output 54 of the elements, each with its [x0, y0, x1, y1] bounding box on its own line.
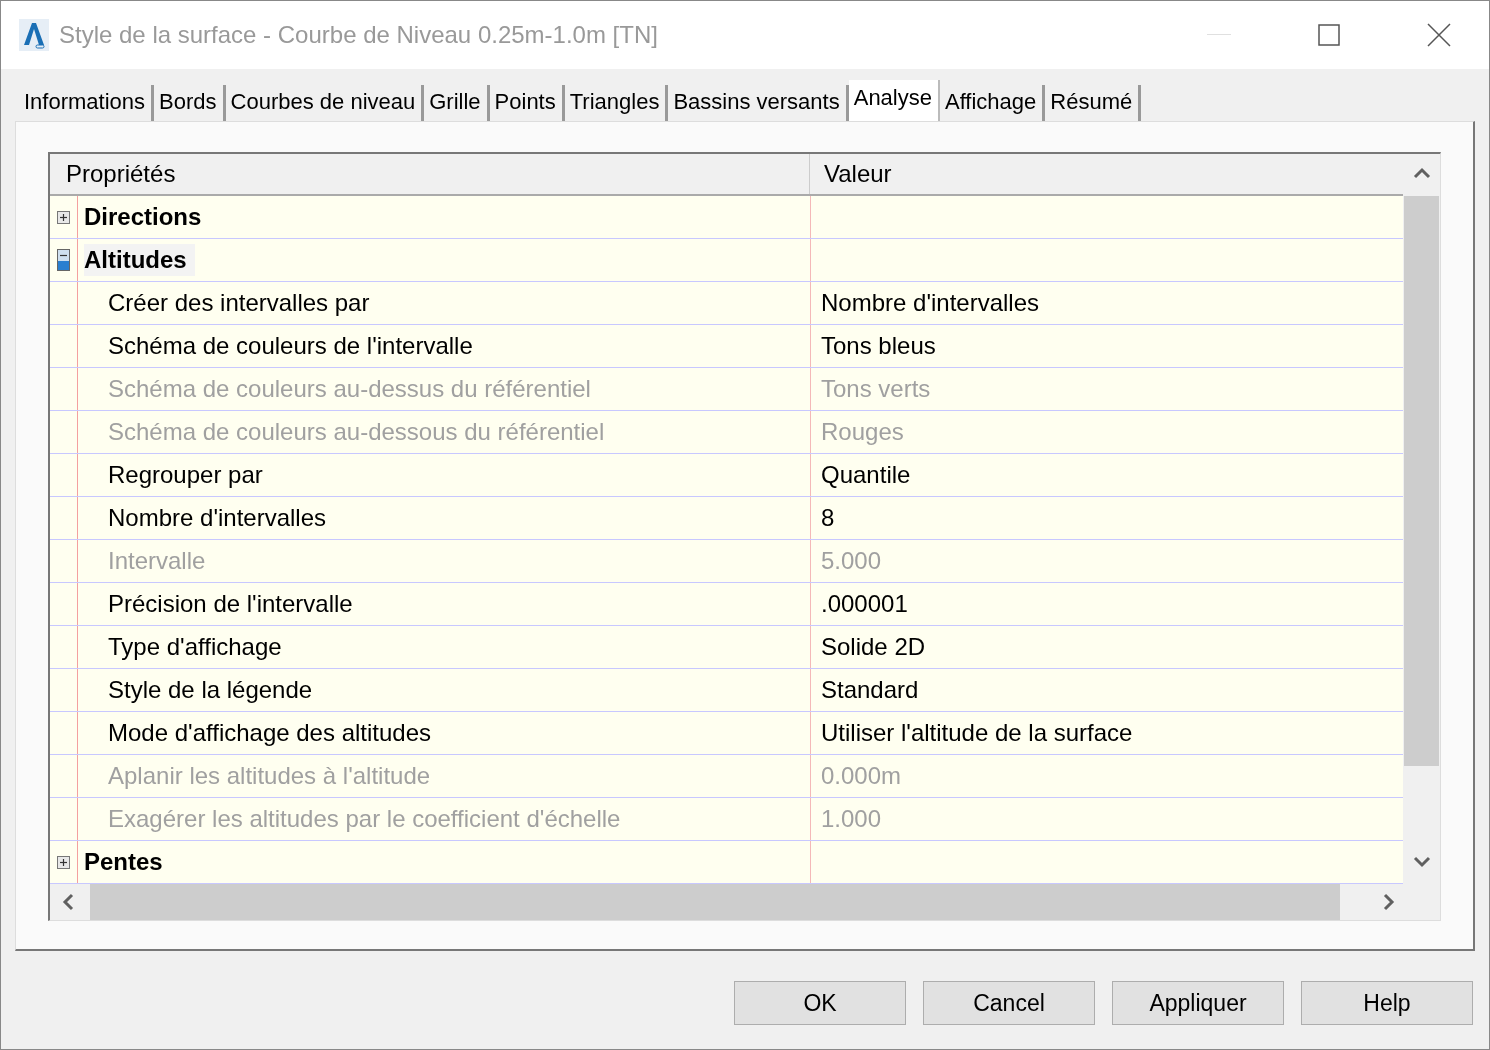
dialog-button[interactable]: OK	[734, 981, 906, 1025]
collapse-icon[interactable]	[57, 249, 70, 271]
property-name: Style de la légende	[108, 676, 313, 704]
property-row[interactable]: Regrouper par Quantile	[50, 454, 1403, 497]
property-row[interactable]: Précision de l'intervalle .000001	[50, 583, 1403, 626]
category-label[interactable]: Directions	[84, 203, 202, 231]
property-value[interactable]: 8	[821, 504, 835, 532]
property-name: Exagérer les altitudes par le coefficient d'échelle	[108, 805, 621, 833]
category-row[interactable]: Directions	[50, 196, 1403, 239]
property-value[interactable]: Tons bleus	[821, 332, 936, 360]
expand-icon[interactable]	[57, 855, 70, 869]
property-name: Nombre d'intervalles	[108, 504, 326, 532]
close-icon[interactable]	[1427, 23, 1451, 47]
property-row[interactable]: Créer des intervalles par Nombre d'intervalles	[50, 282, 1403, 325]
property-value: 0.000m	[821, 762, 902, 790]
property-value[interactable]: .000001	[821, 590, 908, 618]
category-label[interactable]: Pentes	[84, 848, 163, 876]
property-name: Mode d'affichage des altitudes	[108, 719, 432, 747]
tab[interactable]: Analyse	[848, 80, 940, 121]
property-name: Aplanir les altitudes à l'altitude	[108, 762, 431, 790]
property-row[interactable]: Schéma de couleurs de l'intervalle Tons bleus	[50, 325, 1403, 368]
property-name: Intervalle	[108, 547, 206, 575]
dialog-button[interactable]: Appliquer	[1112, 981, 1284, 1025]
property-value[interactable]: Standard	[821, 676, 919, 704]
property-name: Schéma de couleurs au-dessous du référentiel	[108, 418, 605, 446]
property-name: Regrouper par	[108, 461, 263, 489]
category-row[interactable]: Pentes	[50, 841, 1403, 884]
property-value[interactable]: Nombre d'intervalles	[821, 289, 1039, 317]
property-value[interactable]: Quantile	[821, 461, 911, 489]
dialog-button[interactable]: Help	[1301, 981, 1473, 1025]
property-value[interactable]: Utiliser l'altitude de la surface	[821, 719, 1133, 747]
property-name: Créer des intervalles par	[108, 289, 370, 317]
maximize-icon[interactable]	[1318, 24, 1340, 46]
expand-icon[interactable]	[57, 210, 70, 224]
window-title: Style de la surface - Courbe de Niveau 0.25m-1.0m [TN]	[59, 21, 658, 49]
property-row[interactable]: Type d'affichage Solide 2D	[50, 626, 1403, 669]
property-value: 1.000	[821, 805, 882, 833]
property-row[interactable]: Mode d'affichage des altitudes Utiliser l'altitude de la surface	[50, 712, 1403, 755]
property-name: Précision de l'intervalle	[108, 590, 353, 618]
property-row[interactable]: Nombre d'intervalles 8	[50, 497, 1403, 540]
property-row[interactable]: Style de la légende Standard	[50, 669, 1403, 712]
property-name: Schéma de couleurs au-dessus du référentiel	[108, 375, 591, 403]
property-value: 5.000	[821, 547, 882, 575]
dialog-button[interactable]: Cancel	[923, 981, 1095, 1025]
column-header: Valeur	[823, 159, 892, 189]
property-name: Type d'affichage	[108, 633, 282, 661]
column-header: Propriétés	[50, 154, 810, 194]
property-value[interactable]: Solide 2D	[821, 633, 926, 661]
app-logo-icon	[19, 19, 49, 51]
property-value: Rouges	[821, 418, 904, 446]
property-value: Tons verts	[821, 375, 931, 403]
category-label[interactable]: Altitudes	[84, 244, 195, 276]
category-row[interactable]: Altitudes	[50, 239, 1403, 282]
property-name: Schéma de couleurs de l'intervalle	[108, 332, 473, 360]
